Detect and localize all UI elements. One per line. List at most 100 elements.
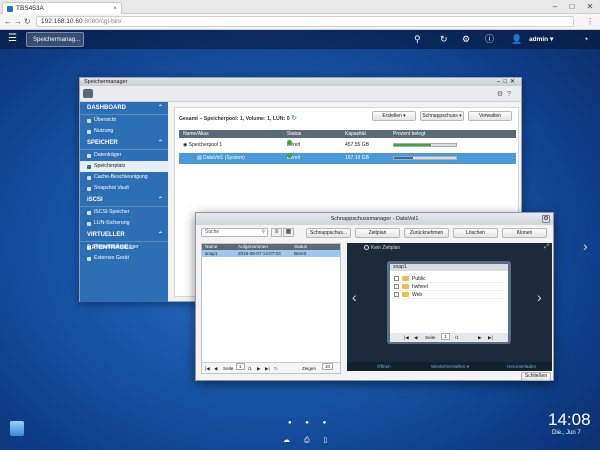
tab-close-icon[interactable]: × bbox=[113, 5, 117, 12]
folder-row[interactable]: Web bbox=[394, 291, 504, 299]
maximize-button[interactable]: □ bbox=[565, 1, 579, 12]
snapshot-button[interactable]: Schnappschuss ▾ bbox=[420, 111, 464, 121]
refresh-icon[interactable]: ↻ bbox=[291, 115, 297, 122]
recycle-bin-icon[interactable] bbox=[10, 421, 24, 436]
checkbox[interactable] bbox=[394, 284, 399, 289]
table-row[interactable]: ▤ DataVol1 (System) Bereit 167.19 GB bbox=[179, 153, 516, 164]
fb-first-page-icon[interactable]: |◀ bbox=[404, 333, 409, 342]
reload-button[interactable]: ↻ bbox=[24, 17, 31, 27]
create-button[interactable]: Erstellen ▾ bbox=[372, 111, 416, 121]
preview-action[interactable]: Öffnen bbox=[377, 362, 391, 371]
snapshot-manager-titlebar[interactable]: Schnappschussmanager - DataVol1 ⚙ bbox=[196, 213, 553, 225]
search-icon[interactable]: ⚲ bbox=[414, 34, 421, 44]
snapshot-action-button[interactable]: Löschen bbox=[453, 228, 498, 238]
sidebar-item-label: iSCSI-Speicher bbox=[94, 209, 130, 215]
checkbox[interactable] bbox=[394, 276, 399, 281]
browser-menu-icon[interactable]: ⋮ bbox=[586, 17, 594, 26]
admin-menu[interactable]: admin ▾ bbox=[529, 35, 553, 43]
snapshot-toolbar: Suche ⚲ ≡ ▦ Schnappschus... Zeitplan Zurüc… bbox=[196, 225, 553, 240]
storage-manager-logo-icon bbox=[83, 89, 93, 98]
checkbox[interactable] bbox=[394, 292, 399, 297]
browser-tab[interactable]: TBS453A × bbox=[2, 2, 122, 14]
preview-action[interactable]: Wiederherstellen ▾ bbox=[431, 362, 469, 371]
cell: 2016-06-07 14:07:03 bbox=[238, 251, 281, 256]
per-page-select[interactable]: 10 ▾ bbox=[322, 363, 334, 374]
snapshot-action-button[interactable]: Schnappschus... bbox=[306, 228, 351, 238]
main-menu-icon[interactable]: ☰ bbox=[8, 34, 17, 44]
collapse-icon[interactable]: ⌃ bbox=[158, 194, 163, 207]
preview-action[interactable]: Herunterladen bbox=[507, 362, 536, 371]
notification-icon[interactable]: ⓘ bbox=[485, 34, 494, 44]
snapshot-search-input[interactable]: Suche ⚲ bbox=[201, 228, 268, 237]
sidebar-item[interactable]: Datenträger bbox=[80, 150, 168, 161]
sidebar-item[interactable]: iSCSI-Speicher bbox=[80, 207, 168, 218]
close-button[interactable]: Schließen bbox=[521, 372, 551, 381]
desktop-next-arrow-icon[interactable]: › bbox=[583, 238, 588, 254]
row-name: ◉ Speicherpool 1 bbox=[183, 142, 223, 148]
clock-icon bbox=[364, 245, 369, 251]
snapshot-action-button[interactable]: Klonen bbox=[502, 228, 547, 238]
storage-manager-titlebar[interactable]: Speichermanager –□✕ bbox=[80, 78, 521, 86]
sidebar-item[interactable]: Übersicht bbox=[80, 115, 168, 126]
sidebar-section-0[interactable]: DASHBOARD ⌃ bbox=[80, 102, 168, 115]
table-row[interactable]: snap1 2016-06-07 14:07:03 Bereit bbox=[202, 250, 340, 257]
settings-help-icons[interactable]: ⚙? bbox=[497, 90, 515, 98]
row-name-text: Speicherpool 1 bbox=[188, 142, 223, 148]
snapshot-settings-icon[interactable]: ⚙ bbox=[542, 215, 550, 223]
snapshot-pager: |◀ ◀ Seite 1 /1 ▶ ▶| ↻ Zeigen 10 ▾ bbox=[202, 362, 340, 373]
fb-prev-page-icon[interactable]: ◀ bbox=[414, 333, 418, 342]
sidebar-item[interactable]: Nutzung bbox=[80, 126, 168, 137]
background-task-icon[interactable]: ↻ bbox=[440, 34, 448, 44]
page-total: /1 bbox=[248, 366, 252, 371]
sidebar-item[interactable]: Speicherplatz bbox=[80, 161, 168, 172]
back-button[interactable]: ← bbox=[4, 17, 12, 27]
refresh-icon[interactable]: ↻ bbox=[274, 363, 278, 374]
minimize-button[interactable]: – bbox=[548, 1, 562, 12]
cell: snap1 bbox=[205, 251, 218, 256]
sidebar-item[interactable]: LUN-Sicherung bbox=[80, 218, 168, 229]
app-tab-storage-manager[interactable]: Speichermanag... bbox=[26, 32, 84, 47]
next-page-icon[interactable]: ▶ bbox=[257, 363, 261, 374]
last-page-icon[interactable]: ▶| bbox=[265, 363, 270, 374]
list-view-icon[interactable]: ≡ bbox=[271, 228, 282, 237]
bottom-dock-icons[interactable]: ☁ ⎙ ▯ bbox=[283, 436, 333, 445]
folder-row[interactable]: Public bbox=[394, 275, 504, 283]
sidebar-section-3[interactable]: VIRTUELLER DATENTRÄGE... ⌃ bbox=[80, 229, 168, 251]
ok-status-icon bbox=[287, 140, 292, 145]
usage-bar-fill bbox=[394, 144, 432, 146]
table-row[interactable]: ◉ Speicherpool 1 Bereit 457.55 GB bbox=[179, 140, 516, 151]
folder-row[interactable]: hwheel bbox=[394, 283, 504, 291]
manage-button[interactable]: Verwalten bbox=[468, 111, 512, 121]
sidebar-item[interactable]: Cache-Beschleunigung bbox=[80, 172, 168, 183]
snapshot-action-button[interactable]: Zurücknehmen bbox=[404, 228, 449, 238]
grid-view-icon[interactable]: ▦ bbox=[283, 228, 294, 237]
url-input[interactable]: 192.168.10.60:8080/cgi-bin/ bbox=[36, 16, 574, 27]
sidebar-item-icon bbox=[87, 118, 91, 123]
close-window-button[interactable]: ✕ bbox=[583, 1, 597, 12]
tab-title: TBS453A bbox=[16, 5, 44, 12]
column-header: Name/Alias bbox=[183, 131, 209, 137]
dashboard-icon[interactable]: ◔ bbox=[583, 34, 588, 44]
sidebar-item[interactable]: Snapshot Vault bbox=[80, 183, 168, 194]
snapshot-action-button[interactable]: Zeitplan bbox=[355, 228, 400, 238]
row-capacity: 167.19 GB bbox=[345, 155, 369, 161]
prev-page-icon[interactable]: ◀ bbox=[214, 363, 218, 374]
fb-next-page-icon[interactable]: ▶ bbox=[478, 333, 482, 342]
sidebar-section-1[interactable]: SPEICHER ⌃ bbox=[80, 137, 168, 150]
desktop-page-dots[interactable]: ● ● ● bbox=[288, 420, 332, 426]
prev-snapshot-arrow-icon[interactable]: ‹ bbox=[352, 289, 357, 305]
first-page-icon[interactable]: |◀ bbox=[205, 363, 210, 374]
expand-icon[interactable]: ⤢ bbox=[544, 244, 549, 251]
user-icon[interactable]: 👤 bbox=[511, 34, 522, 44]
external-device-icon[interactable]: ⚙ bbox=[462, 34, 470, 44]
collapse-icon[interactable]: ⌃ bbox=[158, 229, 163, 242]
qts-topbar: ☰ Speichermanag... ⚲ ↻ ⚙ ⓘ 👤 admin ▾ ◔ bbox=[0, 30, 600, 49]
fb-last-page-icon[interactable]: ▶| bbox=[488, 333, 493, 342]
window-controls[interactable]: –□✕ bbox=[497, 78, 518, 86]
collapse-icon[interactable]: ⌃ bbox=[158, 137, 163, 150]
collapse-icon[interactable]: ⌃ bbox=[158, 102, 163, 115]
forward-button[interactable]: → bbox=[14, 17, 22, 27]
sidebar-section-2[interactable]: iSCSI ⌃ bbox=[80, 194, 168, 207]
next-snapshot-arrow-icon[interactable]: › bbox=[537, 289, 542, 305]
usage-bar bbox=[393, 143, 457, 147]
